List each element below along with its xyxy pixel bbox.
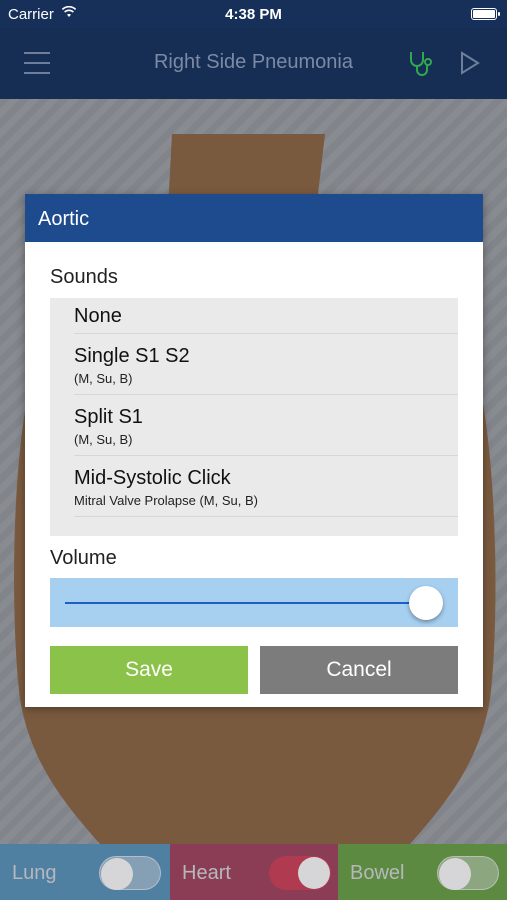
battery-icon [471,8,500,20]
sounds-label: Sounds [50,266,118,288]
play-icon[interactable] [460,51,480,75]
sound-name: None [74,305,122,327]
sound-option-single-s1-s2[interactable]: Single S1 S2 (M, Su, B) [74,334,458,395]
cancel-button[interactable]: Cancel [260,646,458,694]
volume-label: Volume [50,547,117,569]
clock: 4:38 PM [225,6,282,23]
sound-detail: (M, Su, B) [74,371,133,386]
sound-option-split-s1[interactable]: Split S1 (M, Su, B) [74,395,458,456]
dialog-title: Aortic [25,194,483,242]
sound-detail: Mitral Valve Prolapse (M, Su, B) [74,493,258,508]
sound-name: Mid-Systolic Click [74,467,231,489]
sound-option-mid-systolic-click[interactable]: Mid-Systolic Click Mitral Valve Prolapse… [74,456,458,517]
sound-detail: (M, Su, B) [74,432,133,447]
sound-list: None Single S1 S2 (M, Su, B) Split S1 (M… [50,298,458,536]
aortic-dialog: Aortic Sounds None Single S1 S2 (M, Su, … [25,194,483,707]
bowel-toggle-cell: Bowel [338,844,507,900]
lung-toggle-cell: Lung [0,844,170,900]
sound-name: Split S1 [74,406,143,428]
save-button[interactable]: Save [50,646,248,694]
heart-label: Heart [182,862,231,884]
volume-slider-track[interactable] [65,602,426,604]
heart-toggle-cell: Heart [170,844,338,900]
heart-toggle[interactable] [269,856,331,890]
sound-option-none[interactable]: None [74,298,458,334]
status-bar: Carrier 4:38 PM [0,0,507,28]
stethoscope-icon[interactable] [406,48,436,78]
lung-toggle[interactable] [99,856,161,890]
sound-name: Single S1 S2 [74,345,190,367]
nav-bar: Right Side Pneumonia [0,28,507,99]
lung-label: Lung [12,862,57,884]
volume-slider-knob[interactable] [409,586,443,620]
bowel-label: Bowel [350,862,405,884]
bowel-toggle[interactable] [437,856,499,890]
volume-slider[interactable] [50,578,458,627]
sound-toggle-bar: Lung Heart Bowel [0,844,507,900]
